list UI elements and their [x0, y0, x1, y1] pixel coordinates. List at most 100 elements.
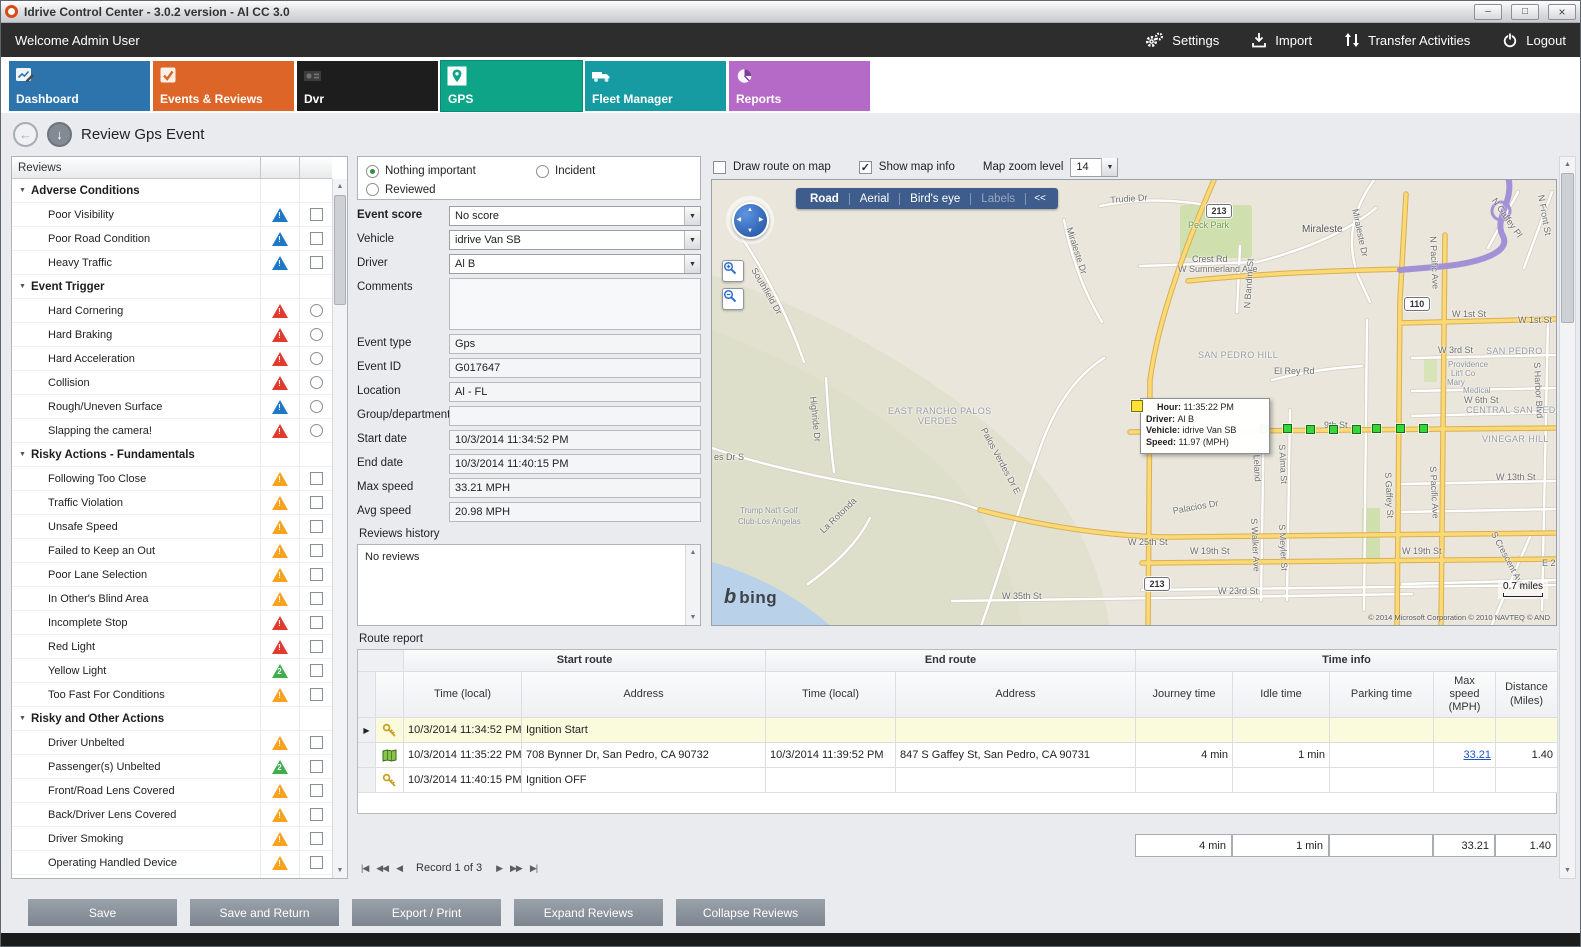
- pager-first-button[interactable]: |◀: [361, 863, 368, 874]
- zoom-out-button[interactable]: [722, 288, 744, 310]
- map-compass-control[interactable]: [726, 196, 774, 244]
- max-speed-link[interactable]: 33.21: [1463, 749, 1491, 761]
- map-view-road[interactable]: Road: [800, 193, 850, 205]
- scrollbar-thumb[interactable]: [1561, 173, 1574, 323]
- route-point-marker[interactable]: [1419, 424, 1428, 433]
- review-item-checkbox[interactable]: [310, 472, 323, 485]
- tab-reports[interactable]: Reports: [729, 61, 870, 111]
- pager-prev-button[interactable]: ◀: [396, 863, 402, 874]
- maximize-button[interactable]: [1511, 4, 1539, 20]
- review-item-checkbox[interactable]: [310, 736, 323, 749]
- classification-option-incident[interactable]: Incident: [536, 162, 656, 180]
- pager-prev-page-button[interactable]: ◀◀: [376, 863, 388, 874]
- pager-next-button[interactable]: ▶: [496, 863, 502, 874]
- pager-last-button[interactable]: ▶|: [530, 863, 537, 874]
- review-item-radio[interactable]: [310, 424, 323, 437]
- expand-reviews-button[interactable]: Expand Reviews: [514, 899, 663, 926]
- map-zoom-select[interactable]: 14: [1070, 158, 1118, 177]
- review-item-radio[interactable]: [310, 328, 323, 341]
- map-view-bird-s-eye[interactable]: Bird's eye: [900, 193, 971, 205]
- event-type-field[interactable]: Gps: [449, 334, 701, 354]
- pan-east-icon[interactable]: [759, 217, 764, 223]
- review-item-checkbox[interactable]: [310, 544, 323, 557]
- nav-action-import[interactable]: Import: [1251, 32, 1312, 48]
- review-item-radio[interactable]: [310, 304, 323, 317]
- review-item-checkbox[interactable]: [310, 256, 323, 269]
- review-item-checkbox[interactable]: [310, 208, 323, 221]
- route-point-marker[interactable]: [1352, 425, 1361, 434]
- review-item-checkbox[interactable]: [310, 568, 323, 581]
- scroll-down-icon[interactable]: [686, 610, 700, 625]
- collapse-page-button[interactable]: [47, 122, 72, 147]
- zoom-in-button[interactable]: [722, 260, 744, 282]
- route-point-marker[interactable]: [1329, 425, 1338, 434]
- scroll-down-icon[interactable]: [333, 863, 347, 878]
- route-point-marker[interactable]: [1372, 424, 1381, 433]
- max-speed-field[interactable]: 33.21 MPH: [449, 478, 701, 498]
- map-bar-collapse-button[interactable]: <<: [1026, 193, 1054, 204]
- route-point-marker[interactable]: [1283, 424, 1292, 433]
- tab-events-reviews[interactable]: Events & Reviews: [153, 61, 294, 111]
- tab-gps[interactable]: GPS: [441, 61, 582, 111]
- scroll-up-icon[interactable]: [1560, 157, 1575, 172]
- event-score-select[interactable]: No score: [449, 206, 701, 226]
- collapse-icon[interactable]: [19, 187, 31, 194]
- route-start-marker[interactable]: [1131, 400, 1143, 412]
- nav-action-settings[interactable]: Settings: [1144, 32, 1219, 49]
- tab-dvr[interactable]: Dvr: [297, 61, 438, 111]
- reviews-scrollbar[interactable]: [332, 179, 347, 878]
- save-and-return-button[interactable]: Save and Return: [190, 899, 339, 926]
- route-table-row[interactable]: 10/3/2014 11:35:22 PM708 Bynner Dr, San …: [358, 743, 1556, 768]
- review-item-radio[interactable]: [310, 376, 323, 389]
- route-table-row[interactable]: 10/3/2014 11:34:52 PMIgnition Start: [358, 718, 1556, 743]
- review-item-checkbox[interactable]: [310, 760, 323, 773]
- review-item-checkbox[interactable]: [310, 784, 323, 797]
- route-table-row[interactable]: 10/3/2014 11:40:15 PMIgnition OFF: [358, 768, 1556, 793]
- nav-action-logout[interactable]: Logout: [1502, 32, 1566, 48]
- collapse-reviews-button[interactable]: Collapse Reviews: [676, 899, 825, 926]
- review-item-checkbox[interactable]: [310, 592, 323, 605]
- pan-north-icon[interactable]: [747, 207, 753, 213]
- scroll-down-icon[interactable]: [1560, 863, 1575, 878]
- main-scrollbar[interactable]: [1559, 156, 1576, 879]
- show-map-info-checkbox[interactable]: [859, 161, 872, 174]
- route-point-marker[interactable]: [1396, 424, 1405, 433]
- collapse-icon[interactable]: [19, 283, 31, 290]
- start-date-field[interactable]: 10/3/2014 11:34:52 PM: [449, 430, 701, 450]
- review-item-radio[interactable]: [310, 352, 323, 365]
- map-view-aerial[interactable]: Aerial: [850, 193, 900, 205]
- route-point-marker[interactable]: [1306, 425, 1315, 434]
- review-item-checkbox[interactable]: [310, 856, 323, 869]
- close-button[interactable]: [1548, 4, 1576, 20]
- review-item-checkbox[interactable]: [310, 640, 323, 653]
- back-button[interactable]: [13, 122, 38, 147]
- review-item-checkbox[interactable]: [310, 664, 323, 677]
- save-button[interactable]: Save: [28, 899, 177, 926]
- end-date-field[interactable]: 10/3/2014 11:40:15 PM: [449, 454, 701, 474]
- nav-action-transfer-activities[interactable]: Transfer Activities: [1344, 32, 1470, 48]
- reviews-history-scrollbar[interactable]: [685, 545, 700, 625]
- draw-route-checkbox[interactable]: [713, 161, 726, 174]
- pan-south-icon[interactable]: [747, 228, 753, 234]
- minimize-button[interactable]: [1474, 4, 1502, 20]
- review-item-checkbox[interactable]: [310, 688, 323, 701]
- pager-next-page-button[interactable]: ▶▶: [510, 863, 522, 874]
- scrollbar-thumb[interactable]: [334, 195, 346, 305]
- collapse-icon[interactable]: [19, 451, 31, 458]
- scroll-up-icon[interactable]: [686, 545, 700, 560]
- driver-select[interactable]: Al B: [449, 254, 701, 274]
- comments-textarea[interactable]: [449, 278, 701, 330]
- bing-map[interactable]: Trudie DrPeck ParkW Summerland AveMirale…: [711, 179, 1557, 626]
- review-item-checkbox[interactable]: [310, 520, 323, 533]
- export-print-button[interactable]: Export / Print: [352, 899, 501, 926]
- location-field[interactable]: Al - FL: [449, 382, 701, 402]
- review-item-checkbox[interactable]: [310, 496, 323, 509]
- review-item-checkbox[interactable]: [310, 808, 323, 821]
- review-item-checkbox[interactable]: [310, 616, 323, 629]
- vehicle-select[interactable]: idrive Van SB: [449, 230, 701, 250]
- review-item-radio[interactable]: [310, 400, 323, 413]
- pan-west-icon[interactable]: [737, 217, 742, 223]
- tab-fleet-manager[interactable]: Fleet Manager: [585, 61, 726, 111]
- classification-option-reviewed[interactable]: Reviewed: [366, 181, 476, 199]
- avg-speed-field[interactable]: 20.98 MPH: [449, 502, 701, 522]
